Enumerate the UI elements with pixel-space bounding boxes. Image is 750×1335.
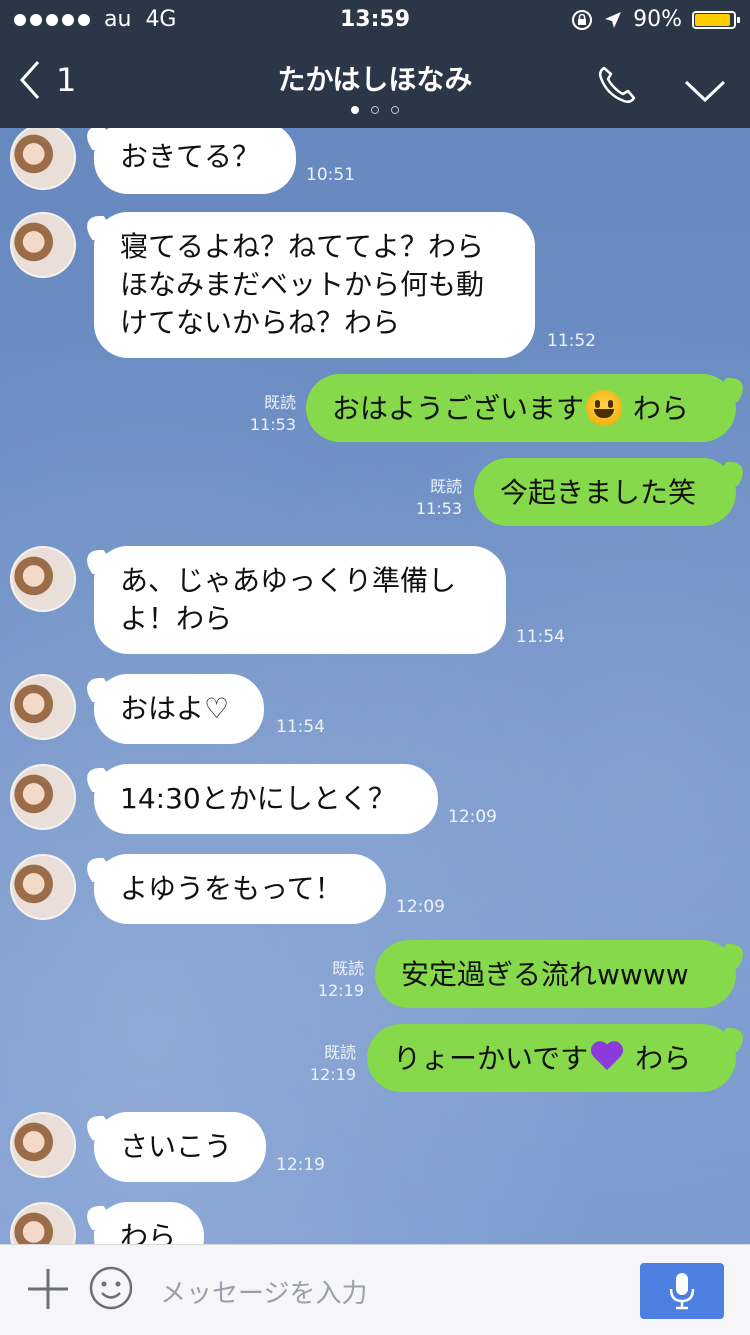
message-text: わら: [624, 392, 689, 425]
message-line: けてないからね？わら: [120, 306, 401, 339]
read-label: 既読: [429, 477, 462, 496]
orientation-lock-icon: [572, 10, 593, 30]
message-text: さいこう: [120, 1130, 233, 1163]
battery-percent: 90%: [633, 7, 682, 32]
avatar[interactable]: [10, 1202, 76, 1244]
top-bar: au 4G 13:59 90% 1 たかはしほなみ: [0, 0, 750, 128]
page-dot: [351, 106, 359, 114]
smile-emoji-icon: [586, 390, 623, 426]
message-bubble[interactable]: おはよ♡: [94, 674, 264, 744]
message-time: 12:19: [317, 981, 364, 1000]
message-text: 安定過ぎる流れwwww: [401, 958, 689, 991]
status-bar: au 4G 13:59 90%: [0, 0, 750, 40]
chat-header: 1 たかはしほなみ: [0, 40, 750, 128]
message-bubble[interactable]: りょーかいです わら: [367, 1024, 736, 1092]
read-receipt: 既読 11:53: [236, 392, 296, 436]
message-input[interactable]: メッセージを入力: [160, 1273, 367, 1310]
read-label: 既読: [331, 959, 364, 978]
read-receipt: 既読 12:19: [304, 958, 364, 1002]
message-text: おきてる？: [120, 140, 261, 173]
message-bubble[interactable]: わら: [94, 1202, 204, 1244]
message-time: 12:09: [396, 897, 445, 917]
message-time: 11:54: [276, 717, 325, 737]
message-line: よ！わら: [120, 602, 233, 635]
message-text: おはよ♡: [120, 692, 230, 725]
battery-icon: [692, 11, 740, 29]
purple-heart-emoji-icon: [590, 1042, 624, 1076]
chat-area[interactable]: おきてる？ 10:51 寝てるよね？ねててよ？わら ほなみまだベットから何も動 …: [0, 128, 750, 1244]
message-line: ほなみまだベットから何も動: [120, 268, 485, 301]
microphone-icon: [669, 1273, 695, 1310]
message-text: りょーかいです: [393, 1042, 589, 1075]
avatar[interactable]: [10, 212, 76, 278]
avatar[interactable]: [10, 128, 76, 190]
phone-icon[interactable]: [594, 62, 640, 108]
page-dot: [371, 106, 379, 114]
message-time: 12:19: [276, 1155, 325, 1175]
message-text: わら: [120, 1220, 177, 1244]
message-bubble[interactable]: おきてる？: [94, 128, 296, 194]
message-bubble[interactable]: さいこう: [94, 1112, 266, 1182]
message-time: 11:53: [249, 415, 296, 434]
message-bubble[interactable]: おはようございます わら: [306, 374, 736, 442]
message-line: あ、じゃあゆっくり準備し: [120, 564, 457, 597]
avatar[interactable]: [10, 854, 76, 920]
message-time: 11:53: [415, 499, 462, 518]
message-bubble[interactable]: 14:30とかにしとく？: [94, 764, 438, 834]
avatar[interactable]: [10, 1112, 76, 1178]
page-dot: [391, 106, 399, 114]
read-label: 既読: [263, 393, 296, 412]
message-text: おはようございます: [332, 392, 585, 425]
read-receipt: 既読 11:53: [402, 476, 462, 520]
message-time: 12:19: [309, 1065, 356, 1084]
message-time: 11:52: [547, 331, 596, 351]
message-time: 12:09: [448, 807, 497, 827]
message-text: 14:30とかにしとく？: [120, 782, 396, 815]
read-label: 既読: [323, 1043, 356, 1062]
location-icon: [605, 12, 622, 28]
plus-icon[interactable]: [26, 1267, 70, 1311]
message-text: よゆうをもって！: [120, 872, 343, 905]
message-composer: メッセージを入力: [0, 1244, 750, 1335]
chevron-down-icon[interactable]: [682, 68, 728, 114]
message-text: わら: [626, 1042, 692, 1075]
message-bubble[interactable]: 今起きました笑: [474, 458, 736, 526]
message-bubble[interactable]: 安定過ぎる流れwwww: [375, 940, 736, 1008]
avatar[interactable]: [10, 764, 76, 830]
message-time: 11:54: [516, 627, 565, 647]
avatar[interactable]: [10, 674, 76, 740]
avatar[interactable]: [10, 546, 76, 612]
message-bubble[interactable]: あ、じゃあゆっくり準備し よ！わら: [94, 546, 506, 654]
read-receipt: 既読 12:19: [296, 1042, 356, 1086]
microphone-button[interactable]: [640, 1263, 724, 1319]
smiley-icon[interactable]: [88, 1265, 134, 1311]
message-time: 10:51: [306, 165, 355, 185]
message-line: 寝てるよね？ねててよ？わら: [120, 230, 485, 263]
message-text: 今起きました笑: [500, 476, 697, 509]
message-bubble[interactable]: よゆうをもって！: [94, 854, 386, 924]
message-bubble[interactable]: 寝てるよね？ねててよ？わら ほなみまだベットから何も動 けてないからね？わら: [94, 212, 535, 358]
